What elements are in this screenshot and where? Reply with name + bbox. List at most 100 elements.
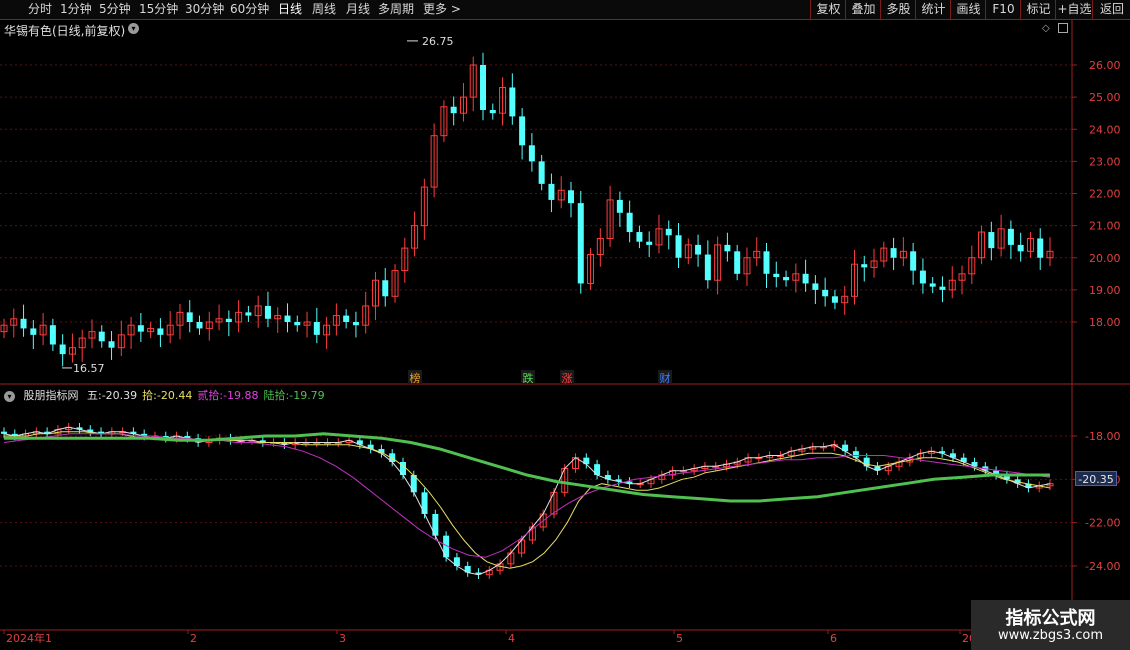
candle-body-down xyxy=(284,315,291,322)
tab-period-3[interactable]: 15分钟 xyxy=(139,1,178,18)
candle-body-down xyxy=(812,283,819,290)
candle-body-down xyxy=(675,235,682,258)
chevron-down-icon[interactable]: ▾ xyxy=(128,23,139,34)
candle-body-down xyxy=(724,244,731,252)
price-tick-label: 19.00 xyxy=(1089,284,1121,297)
indicator-name: 股朋指标网 xyxy=(23,389,79,402)
candle-body-down xyxy=(538,161,545,184)
candle-body-down xyxy=(939,286,946,290)
candle-body-down xyxy=(519,116,526,146)
candle-body-down xyxy=(802,273,809,284)
candle-body-down xyxy=(480,65,487,110)
low-price-label: 16.57 xyxy=(73,362,105,375)
candle-body-down xyxy=(343,315,350,322)
candle-body-down xyxy=(225,318,232,322)
diamond-icon[interactable]: ◇ xyxy=(1042,24,1052,34)
candle-body-down xyxy=(196,322,203,329)
chevron-down-icon[interactable]: ▾ xyxy=(4,390,15,402)
toolbar-button-5[interactable]: F10 xyxy=(985,0,1021,19)
indicator-legend: ▾ 股朋指标网 五:-20.39 拾:-20.44 贰拾:-19.88 陆拾:-19.… xyxy=(4,387,330,403)
candle-body-down xyxy=(636,232,643,242)
toolbar-button-0[interactable]: 复权 xyxy=(810,0,846,19)
candle-body-down xyxy=(489,109,496,114)
candle-body-down xyxy=(108,341,115,348)
candle-body-down xyxy=(59,344,66,355)
price-tick-label: 23.00 xyxy=(1089,155,1121,168)
toolbar-button-8[interactable]: 返回 xyxy=(1092,0,1130,19)
candle-body-down xyxy=(734,251,741,274)
candle-body-down xyxy=(509,87,516,117)
ind-candle-down xyxy=(1,431,7,434)
toolbar-button-4[interactable]: 画线 xyxy=(950,0,986,19)
candle-body-down xyxy=(783,277,790,281)
ind-line-2 xyxy=(3,433,1051,558)
price-tick-label: 22.00 xyxy=(1089,188,1121,201)
tab-period-5[interactable]: 60分钟 xyxy=(230,1,269,18)
chart-canvas[interactable]: 26.00 25.00 24.00 23.00 22.00 21.00 20.00 19.00… xyxy=(0,20,1130,650)
ind-tick-label: -22.00 xyxy=(1085,517,1120,530)
candle-body-down xyxy=(294,322,301,326)
event-marker-3: 财 xyxy=(660,371,671,385)
candle-body-down xyxy=(1037,238,1044,258)
candle-body-down xyxy=(548,183,555,200)
indicator-value-3: 陆拾:-19.79 xyxy=(263,389,325,402)
candle-body-down xyxy=(186,312,193,322)
candle-body-down xyxy=(1017,244,1024,252)
indicator-value-0: 五:-20.39 xyxy=(87,389,138,402)
candle-body-down xyxy=(929,283,936,287)
tab-period-9[interactable]: 多周期 xyxy=(378,1,414,18)
ind-tick-label: -24.00 xyxy=(1085,560,1120,573)
toolbar-button-2[interactable]: 多股 xyxy=(880,0,916,19)
watermark: 指标公式网 www.zbgs3.com xyxy=(971,600,1130,650)
price-tick-label: 18.00 xyxy=(1089,316,1121,329)
high-price-label: 26.75 xyxy=(422,35,454,48)
event-marker-0: 榜 xyxy=(410,371,421,385)
candle-body-down xyxy=(1007,228,1014,245)
tab-period-0[interactable]: 分时 xyxy=(28,1,52,18)
month-label: 2 xyxy=(190,632,197,645)
event-marker-1: 跌 xyxy=(523,371,534,385)
candle-body-down xyxy=(49,325,56,345)
tab-period-6[interactable]: 日线 xyxy=(278,1,302,18)
candle-body-down xyxy=(616,199,623,213)
watermark-url: www.zbgs3.com xyxy=(997,628,1104,643)
tab-period-2[interactable]: 5分钟 xyxy=(99,1,131,18)
candle-body-down xyxy=(137,325,144,332)
candle-body-down xyxy=(822,289,829,297)
candle-body-down xyxy=(831,296,838,303)
candle-body-down xyxy=(890,248,897,258)
month-label: 2024年1 xyxy=(6,631,52,645)
month-label: 6 xyxy=(830,632,837,645)
tab-period-4[interactable]: 30分钟 xyxy=(185,1,224,18)
tab-period-7[interactable]: 周线 xyxy=(312,1,336,18)
ind-line-1 xyxy=(4,431,1051,569)
tab-period-10[interactable]: 更多 > xyxy=(423,1,461,18)
price-tick-label: 25.00 xyxy=(1089,91,1121,104)
ind-line-0 xyxy=(3,426,1051,576)
candle-body-down xyxy=(695,244,702,255)
ind-tick-label: -18.00 xyxy=(1085,430,1120,443)
tab-period-1[interactable]: 1分钟 xyxy=(60,1,92,18)
candle-body-down xyxy=(646,241,653,245)
price-tick-label: 24.00 xyxy=(1089,123,1121,136)
stock-title: 华锡有色(日线,前复权) xyxy=(4,24,126,38)
candle-body-down xyxy=(763,251,770,274)
candle-body-down xyxy=(773,273,780,278)
candle-body-down xyxy=(313,322,320,335)
square-icon[interactable] xyxy=(1058,23,1068,33)
ind-line-3 xyxy=(4,432,1050,503)
candle-body-down xyxy=(157,328,164,335)
candle-body-down xyxy=(245,312,252,316)
toolbar-button-1[interactable]: 叠加 xyxy=(845,0,881,19)
toolbar-button-7[interactable]: +自选 xyxy=(1055,0,1093,19)
month-label: 5 xyxy=(676,632,683,645)
tab-period-8[interactable]: 月线 xyxy=(346,1,370,18)
candle-body-down xyxy=(98,331,105,342)
price-tick-label: 20.00 xyxy=(1089,252,1121,265)
toolbar-button-3[interactable]: 统计 xyxy=(915,0,951,19)
candle-body-down xyxy=(704,254,711,281)
price-tick-label: 26.00 xyxy=(1089,59,1121,72)
toolbar-button-6[interactable]: 标记 xyxy=(1020,0,1056,19)
indicator-value-1: 拾:-20.44 xyxy=(142,389,193,402)
candle-body-down xyxy=(919,270,926,284)
